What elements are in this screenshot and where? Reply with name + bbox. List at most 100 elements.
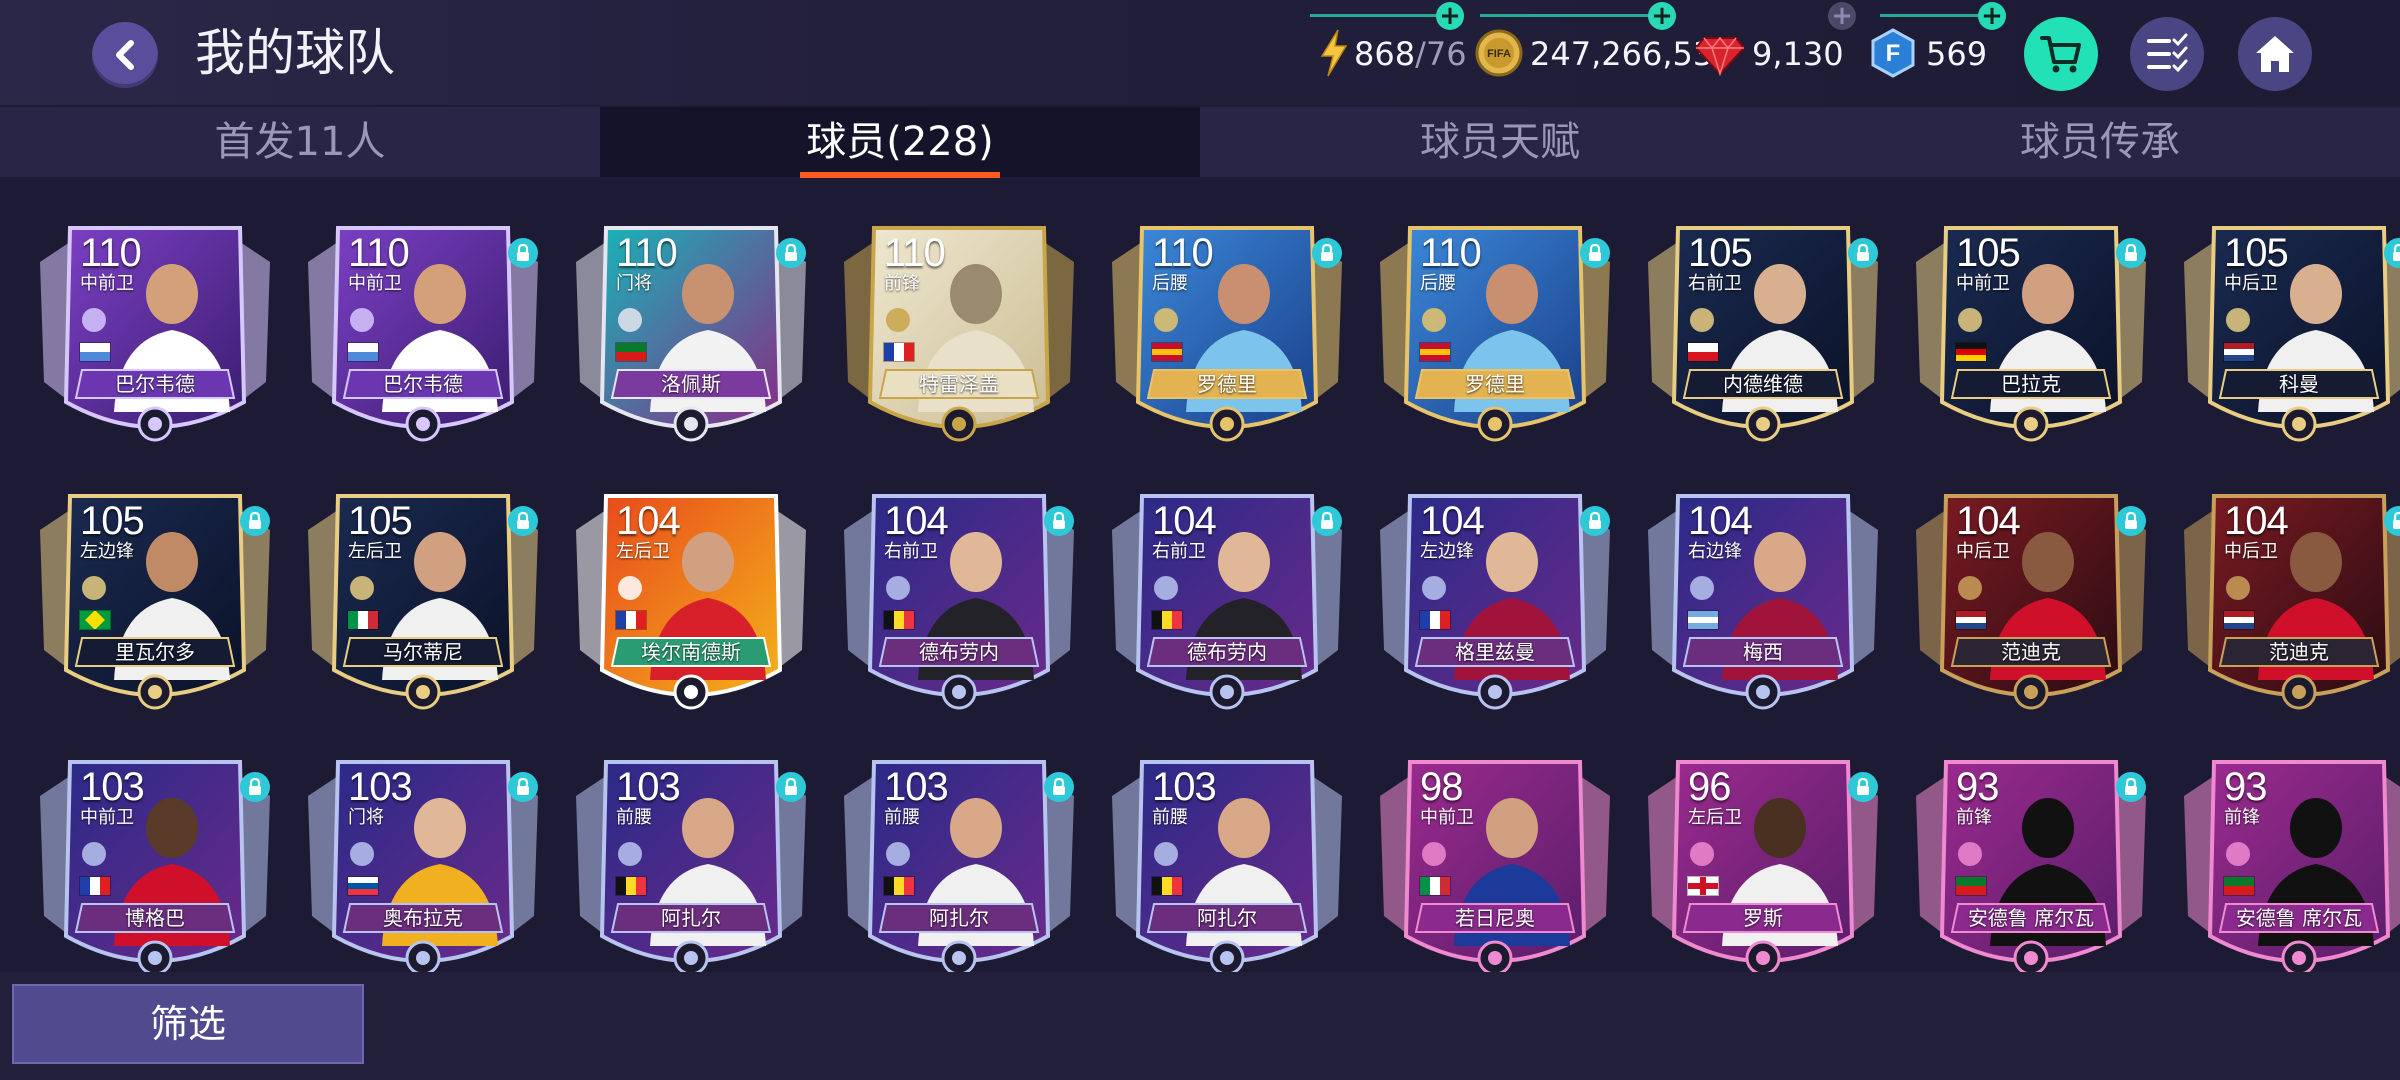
country-flag-icon <box>1419 342 1451 362</box>
player-rating: 105 <box>348 499 413 543</box>
country-flag-icon <box>1151 342 1183 362</box>
country-flag-icon <box>615 610 647 630</box>
player-name: 阿扎尔 <box>661 906 721 930</box>
player-name: 巴拉克 <box>2001 372 2061 396</box>
player-rating: 96 <box>1688 765 1731 809</box>
player-card[interactable]: 98 中前卫 若日尼奥 <box>1362 736 1628 1000</box>
player-card[interactable]: 110 门将 洛佩斯 <box>558 202 824 466</box>
player-position: 中后卫 <box>2224 541 2278 562</box>
country-flag-icon <box>347 342 379 362</box>
player-name: 罗德里 <box>1197 372 1257 396</box>
country-flag-icon <box>1955 610 1987 630</box>
player-card[interactable]: 103 门将 奥布拉克 <box>290 736 556 1000</box>
player-card[interactable]: 104 中后卫 范迪克 <box>1898 470 2164 734</box>
bottom-bar: 筛选 <box>0 972 2400 1080</box>
lock-icon <box>2116 506 2146 536</box>
player-name: 罗斯 <box>1743 906 1783 930</box>
player-name: 罗德里 <box>1465 372 1525 396</box>
tab-players[interactable]: 球员(228) <box>600 107 1200 177</box>
home-icon <box>2256 36 2294 72</box>
player-position: 右前卫 <box>1152 541 1206 562</box>
player-card[interactable]: 110 后腰 罗德里 <box>1362 202 1628 466</box>
player-card[interactable]: 103 前腰 阿扎尔 <box>1094 736 1360 1000</box>
tasks-button[interactable] <box>2130 17 2204 91</box>
player-card[interactable]: 110 后腰罗德里 <box>1094 202 1360 466</box>
player-name: 洛佩斯 <box>661 372 721 396</box>
player-name: 特雷泽盖 <box>919 372 999 396</box>
tab-player-talents[interactable]: 球员天赋 <box>1200 107 1800 177</box>
country-flag-icon <box>883 342 915 362</box>
country-flag-icon <box>1955 876 1987 896</box>
filter-button[interactable]: 筛选 <box>12 984 364 1064</box>
energy-display: 868/76 <box>1318 24 1467 84</box>
player-name: 博格巴 <box>125 906 185 930</box>
player-card[interactable]: 105 右前卫 内德维德 <box>1630 202 1896 466</box>
player-card[interactable]: 104 右前卫 德布劳内 <box>826 470 1092 734</box>
coins-bar-line <box>1480 14 1660 17</box>
player-name: 埃尔南德斯 <box>641 640 741 664</box>
player-card[interactable]: 110 中前卫 巴尔韦德 <box>290 202 556 466</box>
player-card[interactable]: 104 右边锋 梅西 <box>1630 470 1896 734</box>
player-name: 范迪克 <box>2001 640 2061 664</box>
player-card[interactable]: 105 左边锋里瓦尔多 <box>22 470 288 734</box>
player-card[interactable]: 104 左后卫 埃尔南德斯 <box>558 470 824 734</box>
svg-text:FIFA: FIFA <box>1487 48 1511 60</box>
player-card[interactable]: 110 前锋 特雷泽盖 <box>826 202 1092 466</box>
player-position: 后腰 <box>1420 273 1456 294</box>
back-button[interactable] <box>92 22 158 88</box>
player-card[interactable]: 110 中前卫 巴尔韦德 <box>22 202 288 466</box>
country-flag-icon <box>79 610 111 630</box>
player-rating: 110 <box>348 231 410 275</box>
svg-text:F: F <box>1886 40 1901 67</box>
gems-display: 9,130 <box>1694 24 1844 84</box>
store-button[interactable] <box>2024 17 2098 91</box>
player-card[interactable]: 105 中前卫 巴拉克 <box>1898 202 2164 466</box>
lightning-icon <box>1320 29 1348 77</box>
player-card[interactable]: 96 左后卫 罗斯 <box>1630 736 1896 1000</box>
player-card[interactable]: 93 前锋 安德鲁 席尔瓦 <box>1898 736 2164 1000</box>
player-rating: 110 <box>1152 231 1214 275</box>
lock-icon <box>1044 772 1074 802</box>
player-position: 中前卫 <box>80 273 134 294</box>
player-card[interactable]: 105 左后卫 马尔蒂尼 <box>290 470 556 734</box>
player-position: 后腰 <box>1152 273 1188 294</box>
player-card[interactable]: 104 中后卫 范迪克 <box>2166 470 2400 734</box>
fifa-coin-icon: FIFA <box>1475 29 1523 77</box>
player-card[interactable]: 104 右前卫 德布劳内 <box>1094 470 1360 734</box>
player-card[interactable]: 104 左边锋 格里兹曼 <box>1362 470 1628 734</box>
player-name: 阿扎尔 <box>929 906 989 930</box>
fifa-points-display: F 569 <box>1870 24 1990 84</box>
player-name: 里瓦尔多 <box>115 640 195 664</box>
player-name: 梅西 <box>1743 640 1783 664</box>
country-flag-icon <box>615 342 647 362</box>
lock-icon <box>1848 238 1878 268</box>
chevron-left-icon <box>116 40 134 70</box>
player-position: 中后卫 <box>1956 541 2010 562</box>
player-card[interactable]: 93 前锋 安德鲁 席尔瓦 <box>2166 736 2400 1000</box>
player-name: 若日尼奥 <box>1455 906 1535 930</box>
player-position: 左边锋 <box>80 541 134 562</box>
player-card[interactable]: 105 中后卫 科曼 <box>2166 202 2400 466</box>
player-rating: 105 <box>80 499 145 543</box>
tab-starting-xi[interactable]: 首发11人 <box>0 107 600 177</box>
player-position: 前腰 <box>616 807 652 828</box>
player-card[interactable]: 103 前腰阿扎尔 <box>558 736 824 1000</box>
fifa-points-icon: F <box>1871 28 1915 78</box>
tab-player-legacy[interactable]: 球员传承 <box>1800 107 2400 177</box>
country-flag-icon <box>2223 610 2255 630</box>
player-rating: 103 <box>884 765 949 809</box>
player-rating: 103 <box>616 765 681 809</box>
player-card[interactable]: 103 中前卫 博格巴 <box>22 736 288 1000</box>
card-frame <box>2184 760 2400 976</box>
player-name: 德布劳内 <box>1187 640 1267 664</box>
country-flag-icon <box>347 610 379 630</box>
lock-icon <box>776 772 806 802</box>
player-position: 中前卫 <box>80 807 134 828</box>
player-card[interactable]: 103 前腰 阿扎尔 <box>826 736 1092 1000</box>
player-rating: 110 <box>616 231 678 275</box>
home-button[interactable] <box>2238 17 2312 91</box>
player-rating: 103 <box>1152 765 1217 809</box>
country-flag-icon <box>79 876 111 896</box>
country-flag-icon <box>1419 610 1451 630</box>
card-frame <box>40 226 270 442</box>
